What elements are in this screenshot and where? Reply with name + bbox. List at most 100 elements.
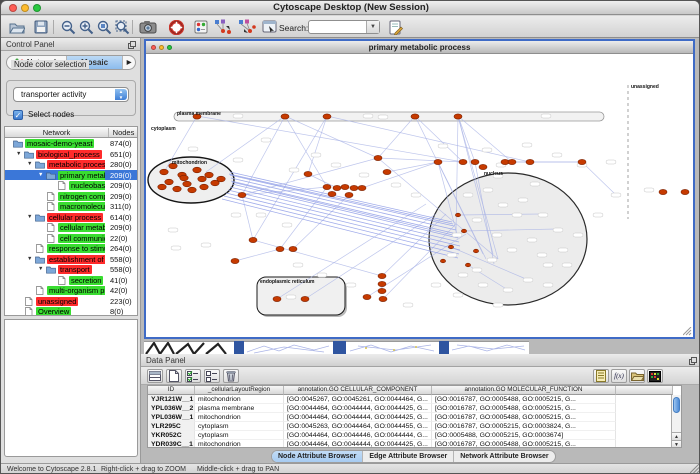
zoom-in-icon[interactable] [76,18,96,36]
tree-expand-icon[interactable]: ▼ [16,151,21,157]
network-edge[interactable] [582,162,616,195]
delete-attribute-icon[interactable] [223,369,239,383]
node-label-box[interactable] [538,213,548,217]
select-nodes-checkbox[interactable]: ✓ [13,110,23,120]
network-node[interactable] [473,249,478,253]
new-attribute-icon[interactable] [166,369,182,383]
zoom-fit-icon[interactable] [112,18,132,36]
node-label-box[interactable] [498,203,508,207]
table-cell[interactable]: mitochondrion [195,440,284,448]
unselect-attributes-icon[interactable] [204,369,220,383]
network-edge[interactable] [280,187,327,249]
table-cell[interactable]: cytoplasm [195,422,284,431]
network-node[interactable] [304,171,312,176]
node-label-box[interactable] [522,143,532,147]
node-label-box[interactable] [431,283,441,287]
node-label-box[interactable] [231,213,241,217]
node-color-select[interactable]: transporter activity ▲▼ [13,87,129,102]
node-label-box[interactable] [503,288,513,292]
network-node[interactable] [217,176,225,182]
node-label-box[interactable] [403,303,413,307]
network-edge[interactable] [327,116,530,162]
tree-row[interactable]: nitrogen compo209(0) [5,191,138,202]
network-edge[interactable] [458,116,512,162]
node-label-box[interactable] [317,273,327,277]
table-cell[interactable]: [GO:0005488, GO:0005215, GO:0003674] [432,431,616,440]
network-node[interactable] [358,185,366,190]
tree-row[interactable]: mosaic-demo-yeast874(0) [5,138,138,149]
network-node[interactable] [188,187,196,193]
tree-row[interactable]: secretion41(0) [5,275,138,286]
help-ring-icon[interactable] [166,18,186,36]
network-canvas[interactable]: plasma membranecytoplasmmitochondrionnuc… [146,54,693,337]
tree-row[interactable]: unassigned223(0) [5,296,138,307]
float-panel-icon[interactable] [128,41,136,49]
network-node[interactable] [345,192,353,197]
network-node[interactable] [198,176,206,182]
table-cell[interactable]: [GO:0045267, GO:0045261, GO:0044464, G..… [284,395,432,404]
zoom-selected-region-icon[interactable] [94,18,114,36]
network-edge[interactable] [285,116,378,158]
scroll-up-icon[interactable]: ▲ [672,432,681,440]
network-node[interactable] [238,192,246,197]
network-node[interactable] [479,164,487,169]
tree-expand-icon[interactable]: ▼ [38,172,43,178]
network-edge[interactable] [235,249,280,261]
tab-node-attribute-browser[interactable]: Node Attribute Browser [272,451,363,462]
select-attributes-icon[interactable] [185,369,201,383]
table-scrollbar[interactable]: ▲▼ [671,395,681,448]
node-label-box[interactable] [558,248,568,252]
network-node[interactable] [411,114,419,119]
save-icon[interactable] [31,18,51,36]
frame-resize-grip[interactable] [683,327,692,336]
network-node[interactable] [508,159,516,164]
table-cell[interactable]: YJR121W__1 [148,395,195,404]
network-view-titlebar[interactable]: primary metabolic process [146,41,693,54]
table-cell[interactable]: [GO:0045263, GO:0044464, GO:0044455, G..… [284,422,432,431]
node-label-box[interactable] [331,163,341,167]
table-cell[interactable]: YDR039C__1 [148,440,195,448]
open-file-icon[interactable] [7,18,27,36]
node-label-box[interactable] [293,263,303,267]
node-label-box[interactable] [472,268,482,272]
table-cell[interactable]: [GO:0044464, GO:0044444, GO:0044425, G..… [284,404,432,413]
network-node[interactable] [333,185,341,190]
snapshot-icon[interactable] [138,18,158,36]
edit-select-icon[interactable] [259,18,279,36]
network-node[interactable] [378,281,386,286]
network-node[interactable] [323,114,331,119]
node-label-box[interactable] [378,115,388,119]
network-node[interactable] [526,159,534,164]
node-label-box[interactable] [233,158,243,162]
tab-overflow-arrow-icon[interactable]: ▶ [123,56,135,69]
window-resize-grip[interactable] [690,464,700,474]
table-cell[interactable]: mitochondrion [195,413,284,422]
node-label-box[interactable] [233,114,243,118]
background-frame-2[interactable] [244,341,333,355]
network-node[interactable] [440,259,445,263]
background-frame-1[interactable] [144,341,234,355]
node-color-legend-icon[interactable] [191,18,211,36]
network-edge[interactable] [197,116,463,162]
node-label-box[interactable] [261,138,271,142]
network-edge[interactable] [253,240,382,276]
node-label-box[interactable] [493,303,503,307]
tree-row[interactable]: ▼biological_process651(0) [5,149,138,160]
table-cell[interactable]: [GO:0016787, GO:0005488, GO:0005215, G..… [432,404,616,413]
node-label-box[interactable] [530,182,540,186]
network-node[interactable] [180,175,188,181]
network-node[interactable] [434,159,442,164]
network-node[interactable] [350,185,358,190]
network-node[interactable] [289,246,297,251]
network-node[interactable] [158,184,166,190]
scrollbar-thumb[interactable] [673,397,680,413]
network-node[interactable] [471,159,479,164]
network-node[interactable] [578,159,586,164]
search-dropdown-icon[interactable]: ▼ [366,21,379,33]
node-label-box[interactable] [482,148,492,152]
table-column-header[interactable]: _cellularLayoutRegion [195,386,284,395]
edge-bundle[interactable] [224,196,459,254]
tree-expand-icon[interactable]: ▼ [27,161,32,167]
network-node[interactable] [328,191,336,196]
scroll-down-icon[interactable]: ▼ [672,440,681,448]
